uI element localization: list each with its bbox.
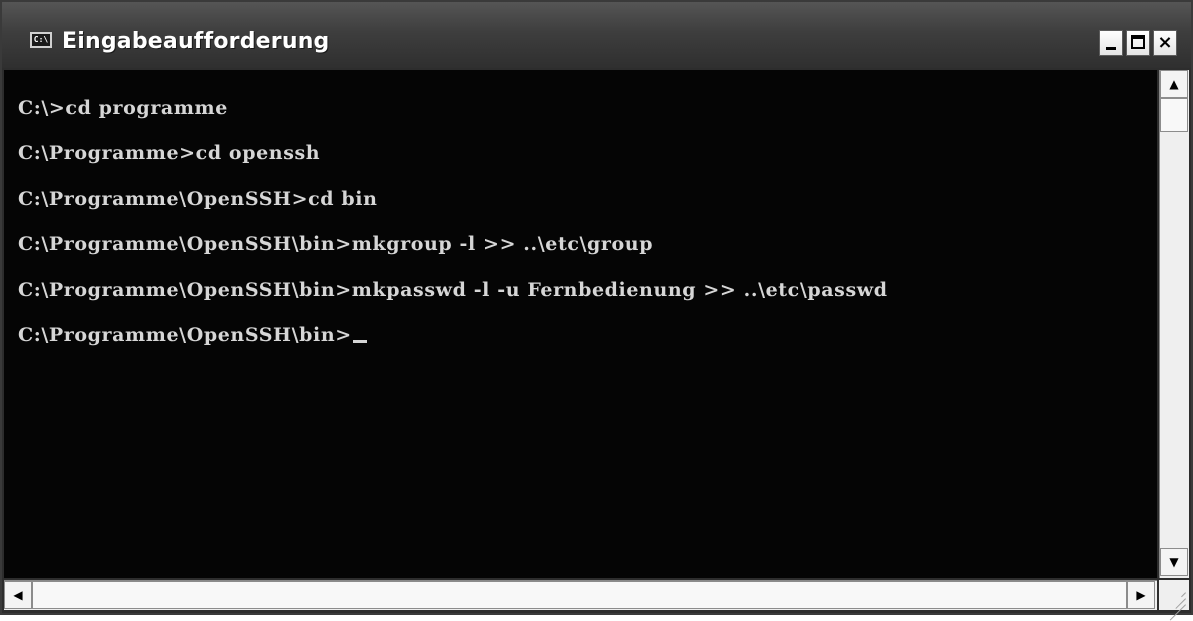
resize-grip[interactable] — [1159, 580, 1189, 621]
text-cursor — [352, 340, 367, 343]
console-prompt-line: C:\Programme\OpenSSH\bin> — [18, 323, 367, 347]
minimize-button[interactable] — [1099, 30, 1123, 56]
command-prompt-window: C:\ Eingabeaufforderung × C:\>cd program… — [0, 0, 1193, 621]
vertical-scroll-thumb[interactable] — [1160, 98, 1188, 132]
minimize-icon — [1106, 47, 1116, 50]
close-button[interactable]: × — [1153, 30, 1177, 56]
title-bar[interactable]: C:\ Eingabeaufforderung × — [2, 2, 1191, 68]
maximize-button[interactable] — [1126, 30, 1150, 56]
console-app-icon[interactable]: C:\ — [30, 32, 52, 48]
horizontal-scroll-thumb[interactable] — [32, 581, 1127, 609]
vertical-scrollbar[interactable]: ▲ ▼ — [1159, 70, 1189, 578]
console-line: C:\Programme\OpenSSH\bin>mkpasswd -l -u … — [18, 279, 888, 301]
console-line: C:\Programme>cd openssh — [18, 142, 321, 164]
scroll-up-button[interactable]: ▲ — [1160, 70, 1188, 98]
horizontal-scrollbar[interactable]: ◀ ▶ — [4, 580, 1157, 610]
console-line: C:\Programme\OpenSSH\bin>mkgroup -l >> .… — [18, 233, 654, 255]
close-icon: × — [1157, 32, 1173, 53]
console-output[interactable]: C:\>cd programme C:\Programme>cd openssh… — [4, 70, 1157, 578]
scroll-left-button[interactable]: ◀ — [4, 581, 32, 609]
arrow-up-icon: ▲ — [1169, 77, 1179, 91]
scroll-right-button[interactable]: ▶ — [1127, 581, 1155, 609]
maximize-icon — [1131, 35, 1145, 49]
console-line: C:\Programme\OpenSSH>cd bin — [18, 188, 378, 210]
scroll-down-button[interactable]: ▼ — [1160, 548, 1188, 576]
arrow-left-icon: ◀ — [13, 588, 23, 602]
arrow-right-icon: ▶ — [1136, 588, 1146, 602]
console-line: C:\>cd programme — [18, 97, 228, 119]
console-prompt: C:\Programme\OpenSSH\bin> — [18, 324, 352, 346]
grip-line — [1181, 592, 1186, 598]
arrow-down-icon: ▼ — [1169, 555, 1179, 569]
window-title: Eingabeaufforderung — [62, 29, 330, 54]
